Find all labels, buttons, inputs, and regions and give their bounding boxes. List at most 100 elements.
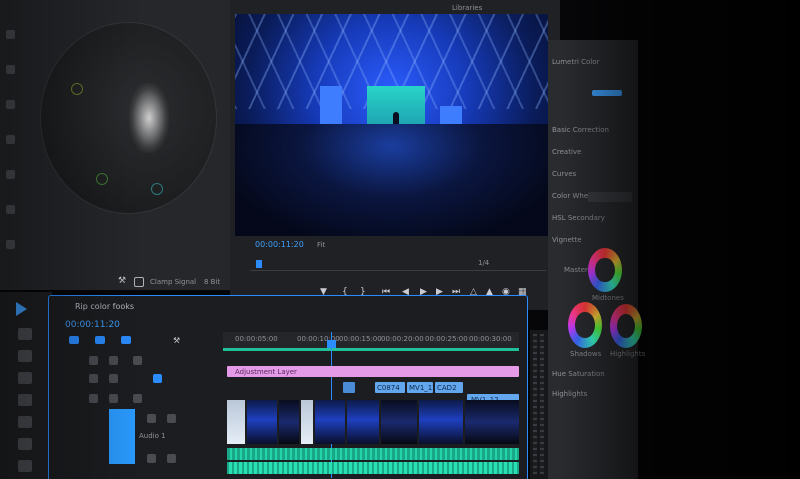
lumetri-bottom-row-1[interactable]: Hue Saturation	[552, 370, 605, 378]
color-wheel-shadows[interactable]	[568, 302, 602, 348]
clip-thumbnail[interactable]	[247, 400, 277, 444]
timeline-timecode[interactable]: 00:00:11:20	[65, 320, 120, 330]
audience-crowd	[235, 124, 548, 236]
lumetri-row-hsl[interactable]: HSL Secondary	[552, 214, 605, 222]
clip-thumbnail[interactable]	[227, 400, 245, 444]
color-wheel-highlights[interactable]	[610, 304, 642, 348]
clamp-signal-label: Clamp Signal	[150, 278, 197, 286]
track-select-tool-icon[interactable]	[18, 328, 32, 340]
track-target-v1[interactable]	[109, 409, 135, 464]
track-lock-icon[interactable]	[89, 394, 98, 403]
tab-libraries[interactable]: Libraries	[452, 4, 482, 12]
track-lock-icon[interactable]	[89, 356, 98, 365]
program-scrub-bar[interactable]	[250, 260, 546, 271]
lumetri-row-creative[interactable]: Creative	[552, 148, 581, 156]
ripple-edit-tool-icon[interactable]	[18, 350, 32, 362]
clip-thumbnail[interactable]	[347, 400, 379, 444]
clip-thumbnail[interactable]	[419, 400, 463, 444]
snap-icon[interactable]	[69, 336, 79, 344]
clip-thumbnail[interactable]	[315, 400, 345, 444]
wheel-label-midtones: Midtones	[592, 294, 624, 302]
lumetri-preset-field[interactable]	[588, 192, 632, 202]
wheel-label-shadows: Shadows	[570, 350, 602, 358]
lumetri-panel: Lumetri Color Basic Correction Creative …	[548, 40, 645, 479]
pen-tool-icon[interactable]	[18, 416, 32, 428]
track-sync-icon[interactable]	[133, 394, 142, 403]
scope-left-ticks	[6, 20, 20, 270]
wrench-icon[interactable]: ⚒	[118, 276, 128, 286]
lumetri-title: Lumetri Color	[552, 58, 600, 66]
work-area-bar[interactable]	[223, 348, 519, 351]
wheel-label-highlights: Highlights	[610, 350, 646, 358]
meter-channel-right	[540, 334, 544, 474]
lumetri-row-curves[interactable]: Curves	[552, 170, 576, 178]
track-headers: Audio 1	[79, 354, 219, 474]
audio-track-a2[interactable]	[227, 462, 519, 474]
sequence-tab[interactable]: Rip color fooks	[75, 302, 134, 311]
bit-depth-label[interactable]: 8 Bit	[204, 278, 220, 286]
scope-tick-icon	[6, 65, 15, 74]
track-mute-icon[interactable]	[147, 454, 156, 463]
lumetri-row-vignette[interactable]: Vignette	[552, 236, 582, 244]
playhead-handle[interactable]	[327, 340, 336, 348]
time-ruler[interactable]: 00:00:05:00 00:00:10:00 00:00:15:00 00:0…	[223, 332, 519, 348]
audio-track-a1[interactable]	[227, 448, 519, 460]
lumetri-bottom-row-2[interactable]: Highlights	[552, 390, 587, 398]
signal-toggle[interactable]	[134, 277, 144, 287]
meter-channel-left	[533, 334, 537, 474]
track-target-v3[interactable]	[153, 374, 162, 383]
lumetri-row-basic[interactable]: Basic Correction	[552, 126, 609, 134]
slip-tool-icon[interactable]	[18, 394, 32, 406]
track-eye-icon[interactable]	[109, 394, 118, 403]
track-mute-icon[interactable]	[147, 414, 156, 423]
scope-tick-icon	[6, 205, 15, 214]
scope-tick-icon	[6, 170, 15, 179]
track-solo-icon[interactable]	[167, 454, 176, 463]
scrub-playhead[interactable]	[256, 260, 262, 268]
fit-dropdown[interactable]: Fit	[317, 241, 325, 249]
vectorscope-trace	[129, 83, 169, 153]
scope-tick-icon	[6, 240, 15, 249]
track-solo-icon[interactable]	[167, 414, 176, 423]
color-wheel-midtones[interactable]	[588, 248, 622, 292]
clip-label: MV1_12	[409, 384, 437, 392]
type-tool-icon[interactable]	[18, 460, 32, 472]
timeline-panel: Rip color fooks 00:00:11:20 ⚒ Audio 1 00	[48, 295, 528, 479]
video-track-v1	[227, 396, 519, 446]
lumetri-master-label: Master	[564, 266, 588, 274]
track-lock-icon[interactable]	[89, 374, 98, 383]
track-sync-icon[interactable]	[133, 356, 142, 365]
v2-clip-1[interactable]: C0874	[375, 382, 405, 393]
track-eye-icon[interactable]	[109, 356, 118, 365]
clip-thumbnail[interactable]	[465, 400, 519, 444]
timeline-wrench-icon[interactable]: ⚒	[173, 336, 180, 345]
razor-tool-icon[interactable]	[18, 372, 32, 384]
lumetri-toggle[interactable]	[592, 90, 622, 96]
adjustment-layer-clip[interactable]: Adjustment Layer	[227, 366, 519, 377]
v2-clip-3[interactable]: CAD2	[435, 382, 463, 393]
marker-icon[interactable]	[121, 336, 131, 344]
clip-thumbnail[interactable]	[381, 400, 417, 444]
clip-label: CAD2	[437, 384, 457, 392]
vectorscope	[40, 22, 217, 214]
ruler-tick: 00:00:20:00	[381, 335, 424, 343]
clip-label: Adjustment Layer	[235, 368, 297, 376]
clip-thumbnail[interactable]	[279, 400, 299, 444]
ruler-tick: 00:00:25:00	[425, 335, 468, 343]
v2-clip-small[interactable]	[343, 382, 355, 393]
ruler-tick: 00:00:05:00	[235, 335, 278, 343]
v2-clip-2[interactable]: MV1_12	[407, 382, 437, 393]
vectorscope-target-green	[96, 173, 108, 185]
program-timecode[interactable]: 00:00:11:20	[255, 240, 304, 249]
selection-tool-icon[interactable]	[16, 302, 27, 316]
vectorscope-target-cyan	[151, 183, 163, 195]
side-screen-left	[320, 86, 342, 124]
ruler-tick: 00:00:15:00	[339, 335, 382, 343]
clip-thumbnail[interactable]	[301, 400, 313, 444]
track-eye-icon[interactable]	[109, 374, 118, 383]
hand-tool-icon[interactable]	[18, 438, 32, 450]
scope-tick-icon	[6, 100, 15, 109]
linked-selection-icon[interactable]	[95, 336, 105, 344]
ruler-tick: 00:00:30:00	[469, 335, 512, 343]
clip-label: C0874	[377, 384, 400, 392]
